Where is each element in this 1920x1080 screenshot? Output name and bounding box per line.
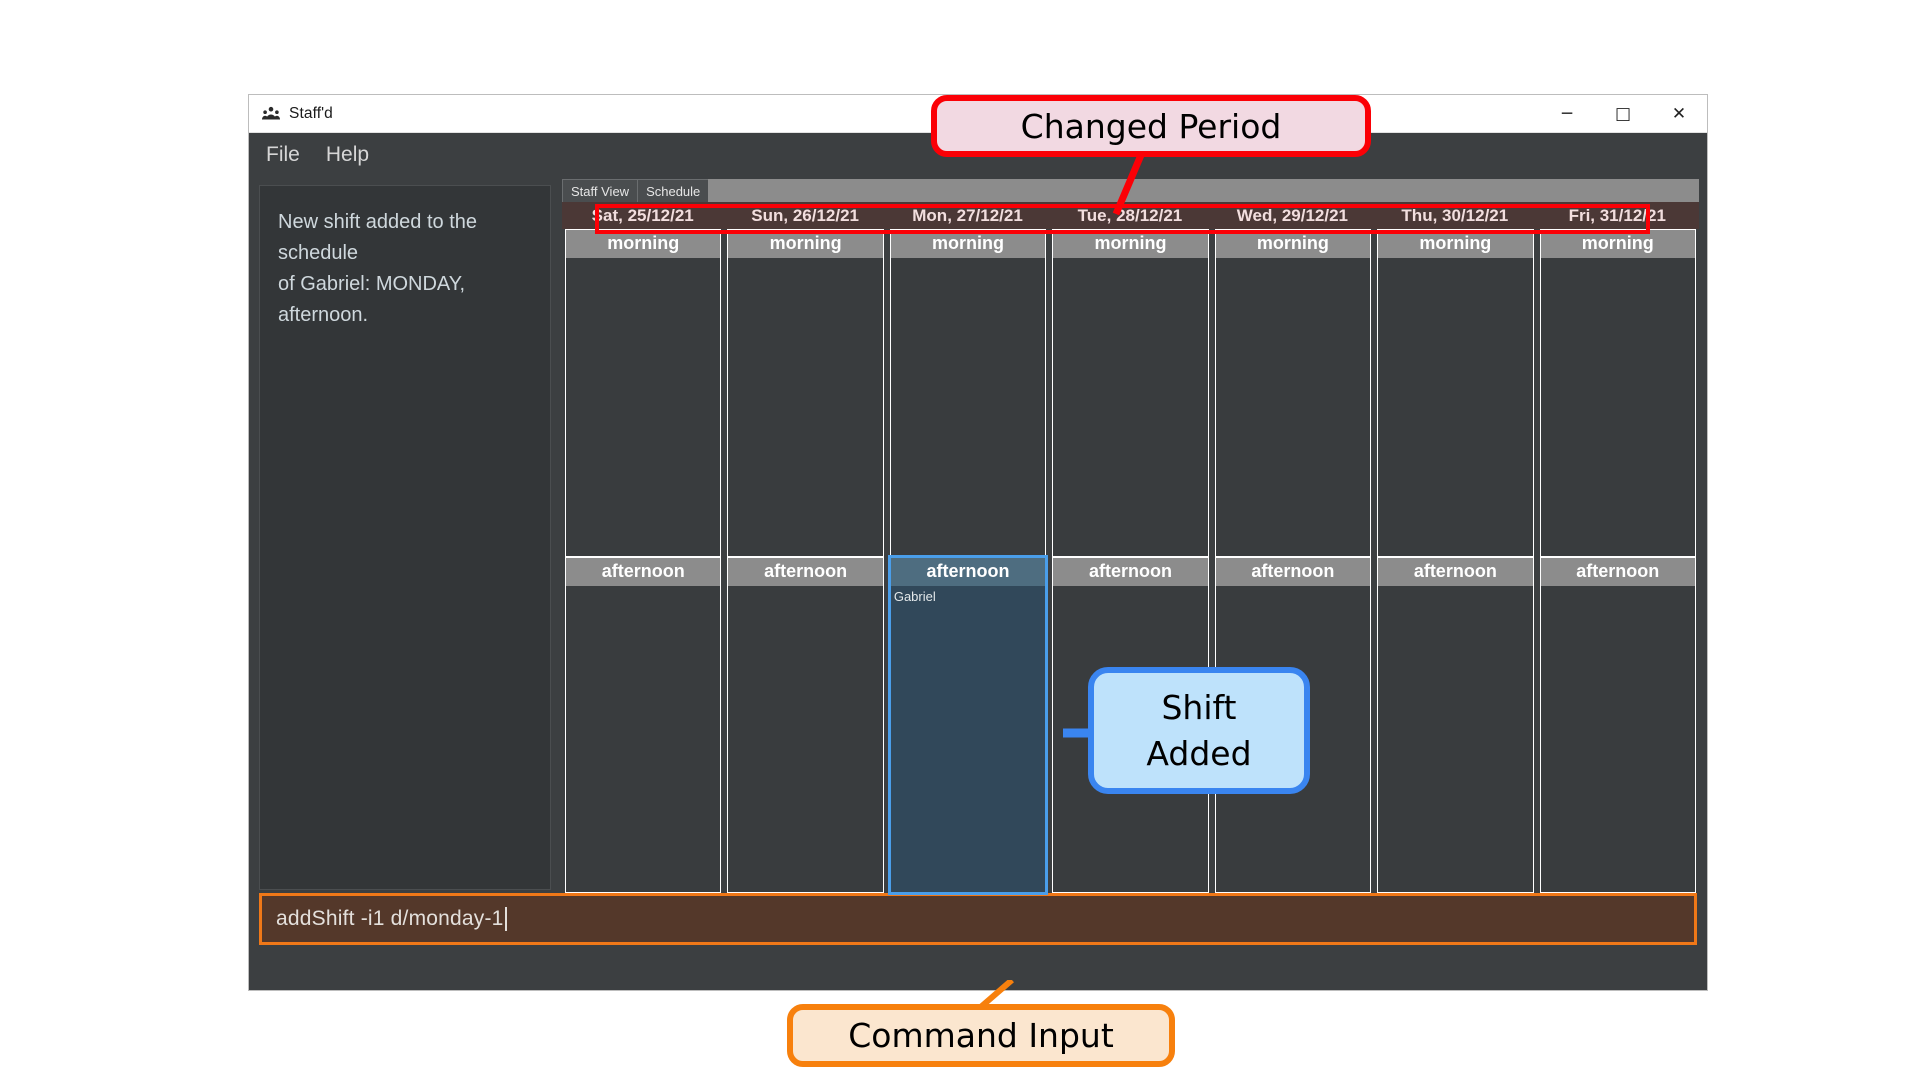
shift-slot-staff-list bbox=[1377, 258, 1534, 557]
date-header-cell: Mon, 27/12/21 bbox=[886, 202, 1050, 229]
people-group-icon bbox=[262, 105, 280, 123]
main-body: New shift added to the schedule of Gabri… bbox=[249, 177, 1707, 895]
shift-slot-staff-list bbox=[1539, 586, 1696, 893]
shift-slot-label: afternoon bbox=[1377, 557, 1534, 586]
date-header-cell: Fri, 31/12/21 bbox=[1536, 202, 1699, 229]
annotation-command-input: Command Input bbox=[787, 1004, 1175, 1067]
shift-slot-staff-list bbox=[889, 258, 1047, 557]
shift-slot-label: morning bbox=[565, 229, 722, 258]
menu-file[interactable]: File bbox=[266, 143, 300, 167]
shift-slot[interactable]: morning bbox=[1377, 229, 1534, 557]
shift-slot-staff-list: Gabriel bbox=[889, 586, 1047, 893]
command-input-value: addShift -i1 d/monday-1 bbox=[276, 907, 504, 930]
shift-slot[interactable]: morning bbox=[565, 229, 722, 557]
shift-slot-label: afternoon bbox=[889, 557, 1047, 586]
tab-strip-filler bbox=[708, 179, 1699, 202]
shift-slot[interactable]: afternoon bbox=[1377, 557, 1534, 893]
shift-slot-label: morning bbox=[1214, 229, 1372, 258]
shift-slot-staff-list bbox=[1214, 258, 1372, 557]
shift-slot-staff-list bbox=[565, 586, 722, 893]
shift-slot-staff-list bbox=[1539, 258, 1696, 557]
menu-help[interactable]: Help bbox=[326, 143, 369, 167]
shift-slot-label: morning bbox=[727, 229, 884, 258]
date-header-cell: Sat, 25/12/21 bbox=[562, 202, 725, 229]
shift-slot-staff-list bbox=[727, 258, 884, 557]
shift-slot-label: morning bbox=[1539, 229, 1696, 258]
day-column[interactable]: morning afternoon bbox=[562, 229, 724, 893]
shift-slot-staff-list bbox=[565, 258, 722, 557]
shift-slot[interactable]: morning bbox=[1539, 229, 1696, 557]
maximize-button[interactable]: □ bbox=[1595, 95, 1651, 132]
staff-name: Gabriel bbox=[893, 589, 936, 604]
annotation-changed-period: Changed Period bbox=[931, 95, 1371, 157]
shift-slot[interactable]: afternoon bbox=[565, 557, 722, 893]
window-controls: ─ □ ✕ bbox=[1539, 95, 1707, 132]
app-window: Staff'd ─ □ ✕ File Help New shift added … bbox=[248, 94, 1708, 991]
minimize-button[interactable]: ─ bbox=[1539, 95, 1595, 132]
annotation-shift-added: Shift Added bbox=[1088, 667, 1310, 794]
date-header-cell: Wed, 29/12/21 bbox=[1211, 202, 1375, 229]
shift-slot[interactable]: morning bbox=[1052, 229, 1209, 557]
date-header-cell: Thu, 30/12/21 bbox=[1374, 202, 1537, 229]
screenshot-root: Staff'd ─ □ ✕ File Help New shift added … bbox=[0, 0, 1920, 1080]
shift-slot-label: afternoon bbox=[1052, 557, 1209, 586]
result-message: New shift added to the schedule of Gabri… bbox=[278, 211, 478, 326]
shift-slot-label: morning bbox=[889, 229, 1047, 258]
shift-slot[interactable]: morning bbox=[727, 229, 884, 557]
shift-slot[interactable]: afternoon bbox=[727, 557, 884, 893]
shift-slot[interactable]: morning bbox=[889, 229, 1047, 557]
day-column[interactable]: morning afternoon bbox=[1374, 229, 1536, 893]
date-header-cell: Sun, 26/12/21 bbox=[724, 202, 887, 229]
shift-slot-staff-list bbox=[1052, 258, 1209, 557]
command-input-area: addShift -i1 d/monday-1 bbox=[249, 893, 1707, 954]
shift-slot-label: afternoon bbox=[1539, 557, 1696, 586]
day-column[interactable]: morning afternoon bbox=[1537, 229, 1699, 893]
shift-slot[interactable]: afternoon bbox=[1539, 557, 1696, 893]
shift-slot[interactable]: afternoon Gabriel bbox=[887, 555, 1049, 895]
text-caret bbox=[504, 907, 507, 931]
shift-slot-label: afternoon bbox=[727, 557, 884, 586]
command-input[interactable]: addShift -i1 d/monday-1 bbox=[259, 893, 1697, 945]
result-display-panel: New shift added to the schedule of Gabri… bbox=[259, 185, 551, 890]
shift-slot-staff-list bbox=[1377, 586, 1534, 893]
close-button[interactable]: ✕ bbox=[1651, 95, 1707, 132]
tab-schedule[interactable]: Schedule bbox=[637, 179, 710, 202]
shift-slot-label: morning bbox=[1377, 229, 1534, 258]
shift-slot-label: morning bbox=[1052, 229, 1209, 258]
tab-staff-view[interactable]: Staff View bbox=[562, 179, 639, 202]
day-column[interactable]: morning afternoon Gabriel bbox=[887, 229, 1049, 895]
changed-period-leader bbox=[1112, 148, 1148, 216]
shift-slot[interactable]: morning bbox=[1214, 229, 1372, 557]
window-title: Staff'd bbox=[289, 104, 333, 122]
shift-slot-label: afternoon bbox=[1214, 557, 1372, 586]
shift-slot-staff-list bbox=[727, 586, 884, 893]
day-column[interactable]: morning afternoon bbox=[724, 229, 886, 893]
shift-slot-label: afternoon bbox=[565, 557, 722, 586]
